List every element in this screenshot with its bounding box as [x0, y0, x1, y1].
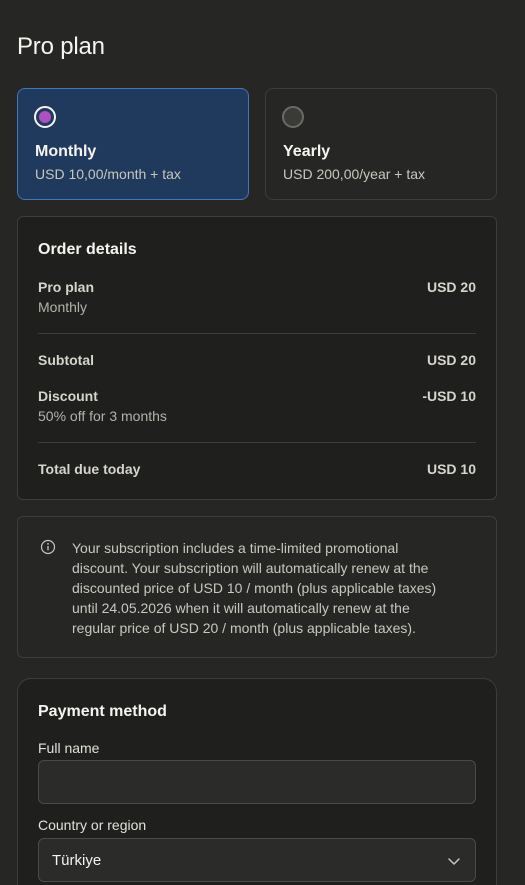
country-label: Country or region — [38, 817, 147, 833]
radio-button-yearly[interactable] — [282, 106, 304, 128]
order-item-sub: Monthly — [38, 299, 88, 315]
plan-price-monthly: USD 10,00/month + tax — [35, 166, 181, 182]
page-title: Pro plan — [17, 33, 105, 60]
order-item-value: USD 20 — [426, 279, 476, 295]
order-item-label: Pro plan — [38, 279, 95, 295]
payment-method-panel: Payment method Full name Country or regi… — [17, 678, 497, 885]
notice-line: discounted price of USD 10 / month (plus… — [72, 580, 437, 596]
notice-line: regular price of USD 20 / month (plus ap… — [72, 620, 416, 636]
plan-name-yearly: Yearly — [283, 143, 331, 160]
promo-notice-text: Your subscription includes a time-limite… — [72, 538, 482, 638]
plan-name-monthly: Monthly — [35, 143, 97, 160]
notice-line: until 24.05.2026 when it will automatica… — [72, 600, 410, 616]
divider — [38, 333, 476, 334]
subtotal-label: Subtotal — [38, 352, 94, 368]
plan-price-yearly: USD 200,00/year + tax — [283, 166, 426, 182]
info-icon — [40, 539, 56, 555]
discount-label: Discount — [38, 388, 98, 404]
notice-line: discount. Your subscription will automat… — [72, 560, 429, 576]
divider — [38, 442, 476, 443]
total-label: Total due today — [38, 461, 141, 477]
full-name-input[interactable] — [38, 760, 476, 804]
subtotal-value: USD 20 — [426, 352, 476, 368]
order-details-panel: Order details Pro plan Monthly USD 20 Su… — [17, 216, 497, 500]
radio-button-monthly[interactable] — [34, 106, 56, 128]
checkout-page: Pro plan Monthly USD 10,00/month + tax Y… — [0, 0, 525, 885]
chevron-down-icon — [448, 858, 460, 865]
country-select[interactable]: Türkiye — [38, 838, 476, 882]
plan-option-monthly[interactable]: Monthly USD 10,00/month + tax — [17, 88, 249, 200]
notice-line: Your subscription includes a time-limite… — [72, 540, 399, 556]
country-select-value: Türkiye — [52, 852, 102, 869]
plan-option-yearly[interactable]: Yearly USD 200,00/year + tax — [265, 88, 497, 200]
payment-method-heading: Payment method — [38, 703, 167, 720]
full-name-label: Full name — [38, 740, 100, 756]
order-details-heading: Order details — [38, 241, 137, 258]
total-value: USD 10 — [426, 461, 476, 477]
discount-sub: 50% off for 3 months — [38, 408, 167, 424]
promo-notice: Your subscription includes a time-limite… — [17, 516, 497, 658]
discount-value: -USD 10 — [422, 388, 476, 404]
